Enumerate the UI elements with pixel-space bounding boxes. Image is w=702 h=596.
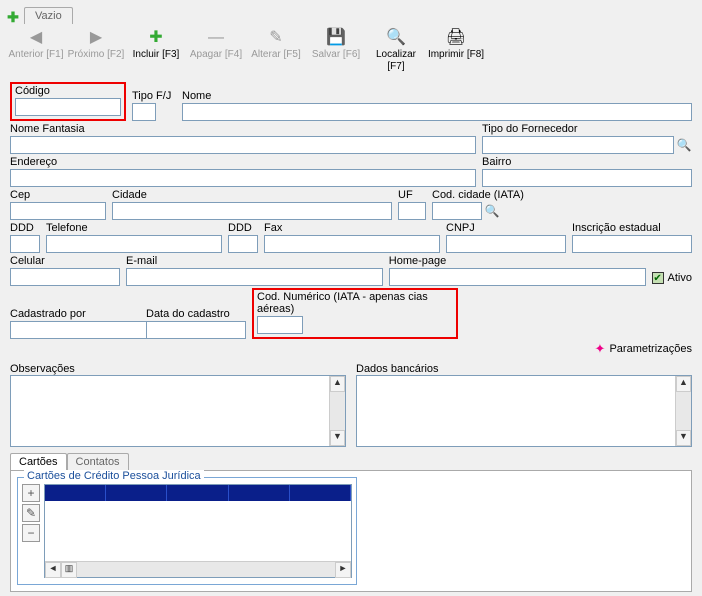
cartoes-panel: Cartões de Crédito Pessoa Jurídica + ✎ − <box>10 470 692 592</box>
scroll-thumb[interactable]: ▥ <box>61 562 77 578</box>
endereco-input[interactable] <box>10 169 476 187</box>
cod-numerico-iata-label: Cod. Numérico (IATA - apenas cias aéreas… <box>257 291 453 315</box>
print-icon: 🖨 <box>426 28 486 48</box>
imprimir-button[interactable]: 🖨 Imprimir [F8] <box>426 28 486 72</box>
incluir-button[interactable]: ✚ Incluir [F3] <box>126 28 186 72</box>
tab-contatos[interactable]: Contatos <box>67 453 129 470</box>
cod-numerico-iata-input[interactable] <box>257 316 303 334</box>
grid-header <box>45 485 351 501</box>
lookup-icon[interactable]: 🔍 <box>484 202 500 220</box>
fax-label: Fax <box>264 222 440 234</box>
nome-fantasia-label: Nome Fantasia <box>10 123 476 135</box>
ddd2-label: DDD <box>228 222 258 234</box>
cep-label: Cep <box>10 189 106 201</box>
alterar-button: ✎ Alterar [F5] <box>246 28 306 72</box>
homepage-label: Home-page <box>389 255 646 267</box>
homepage-input[interactable] <box>389 268 646 286</box>
add-tab-icon[interactable]: ✚ <box>6 10 20 24</box>
grid-add-button[interactable]: + <box>22 484 40 502</box>
grid-edit-button[interactable]: ✎ <box>22 504 40 522</box>
celular-input[interactable] <box>10 268 120 286</box>
email-input[interactable] <box>126 268 383 286</box>
tab-cartoes[interactable]: Cartões <box>10 453 67 470</box>
tipofj-label: Tipo F/J <box>132 90 176 102</box>
main-tab[interactable]: Vazio <box>24 7 73 24</box>
uf-input[interactable] <box>398 202 426 220</box>
ddd1-label: DDD <box>10 222 40 234</box>
cnpj-label: CNPJ <box>446 222 566 234</box>
grid-remove-button[interactable]: − <box>22 524 40 542</box>
tipo-fornecedor-label: Tipo do Fornecedor <box>482 123 692 135</box>
groupbox-title: Cartões de Crédito Pessoa Jurídica <box>24 470 204 482</box>
arrow-left-icon: ◀ <box>6 28 66 48</box>
cidade-input[interactable] <box>112 202 392 220</box>
cadastrado-por-input[interactable] <box>10 321 158 339</box>
celular-label: Celular <box>10 255 120 267</box>
email-label: E-mail <box>126 255 383 267</box>
dados-bancarios-label: Dados bancários <box>356 363 692 375</box>
codigo-label: Código <box>15 85 121 97</box>
anterior-button: ◀ Anterior [F1] <box>6 28 66 72</box>
inscricao-estadual-label: Inscrição estadual <box>572 222 692 234</box>
bairro-input[interactable] <box>482 169 692 187</box>
scroll-left-icon[interactable]: ◄ <box>45 562 61 578</box>
fax-input[interactable] <box>264 235 440 253</box>
cnpj-input[interactable] <box>446 235 566 253</box>
observacoes-label: Observações <box>10 363 346 375</box>
search-icon: 🔍 <box>366 28 426 48</box>
salvar-button: 💾 Salvar [F6] <box>306 28 366 72</box>
minus-icon: — <box>186 28 246 48</box>
endereco-label: Endereço <box>10 156 476 168</box>
scroll-down-icon[interactable]: ▼ <box>330 430 345 446</box>
plus-icon: ✚ <box>126 28 186 48</box>
localizar-button[interactable]: 🔍 Localizar [F7] <box>366 28 426 72</box>
ativo-label: Ativo <box>668 272 692 284</box>
nome-fantasia-input[interactable] <box>10 136 476 154</box>
lookup-icon[interactable]: 🔍 <box>676 136 692 154</box>
uf-label: UF <box>398 189 426 201</box>
cadastrado-por-label: Cadastrado por <box>10 308 140 320</box>
scroll-up-icon[interactable]: ▲ <box>676 376 691 392</box>
codigo-highlight: Código <box>10 82 126 121</box>
nome-input[interactable] <box>182 103 692 121</box>
tipofj-input[interactable] <box>132 103 156 121</box>
apagar-button: — Apagar [F4] <box>186 28 246 72</box>
cod-cidade-iata-input[interactable] <box>432 202 482 220</box>
cod-cidade-iata-label: Cod. cidade (IATA) <box>432 189 556 201</box>
cep-input[interactable] <box>10 202 106 220</box>
scrollbar[interactable]: ▲ ▼ <box>329 376 345 446</box>
cidade-label: Cidade <box>112 189 392 201</box>
ddd1-input[interactable] <box>10 235 40 253</box>
dados-bancarios-textarea[interactable]: ▲ ▼ <box>356 375 692 447</box>
data-cadastro-input[interactable] <box>146 321 246 339</box>
nome-label: Nome <box>182 90 692 102</box>
cartoes-groupbox: Cartões de Crédito Pessoa Jurídica + ✎ − <box>17 477 357 585</box>
data-cadastro-label: Data do cadastro <box>146 308 246 320</box>
arrow-right-icon: ▶ <box>66 28 126 48</box>
ativo-checkbox[interactable]: ✔ <box>652 272 664 284</box>
cod-numerico-highlight: Cod. Numérico (IATA - apenas cias aéreas… <box>252 288 458 339</box>
observacoes-textarea[interactable]: ▲ ▼ <box>10 375 346 447</box>
ddd2-input[interactable] <box>228 235 258 253</box>
proximo-button: ▶ Próximo [F2] <box>66 28 126 72</box>
scroll-down-icon[interactable]: ▼ <box>676 430 691 446</box>
scroll-up-icon[interactable]: ▲ <box>330 376 345 392</box>
tipo-fornecedor-input[interactable] <box>482 136 674 154</box>
codigo-input[interactable] <box>15 98 121 116</box>
parametrizacoes-link[interactable]: ✦ Parametrizações <box>10 341 692 357</box>
cartoes-grid[interactable]: ◄ ▥ ► <box>44 484 352 578</box>
inscricao-estadual-input[interactable] <box>572 235 692 253</box>
scrollbar[interactable]: ▲ ▼ <box>675 376 691 446</box>
gear-icon: ✦ <box>595 341 606 357</box>
scrollbar[interactable]: ◄ ▥ ► <box>45 561 351 577</box>
scroll-right-icon[interactable]: ► <box>335 562 351 578</box>
edit-icon: ✎ <box>246 28 306 48</box>
toolbar: ◀ Anterior [F1] ▶ Próximo [F2] ✚ Incluir… <box>0 24 702 74</box>
telefone-input[interactable] <box>46 235 222 253</box>
save-icon: 💾 <box>306 28 366 48</box>
telefone-label: Telefone <box>46 222 222 234</box>
bairro-label: Bairro <box>482 156 692 168</box>
